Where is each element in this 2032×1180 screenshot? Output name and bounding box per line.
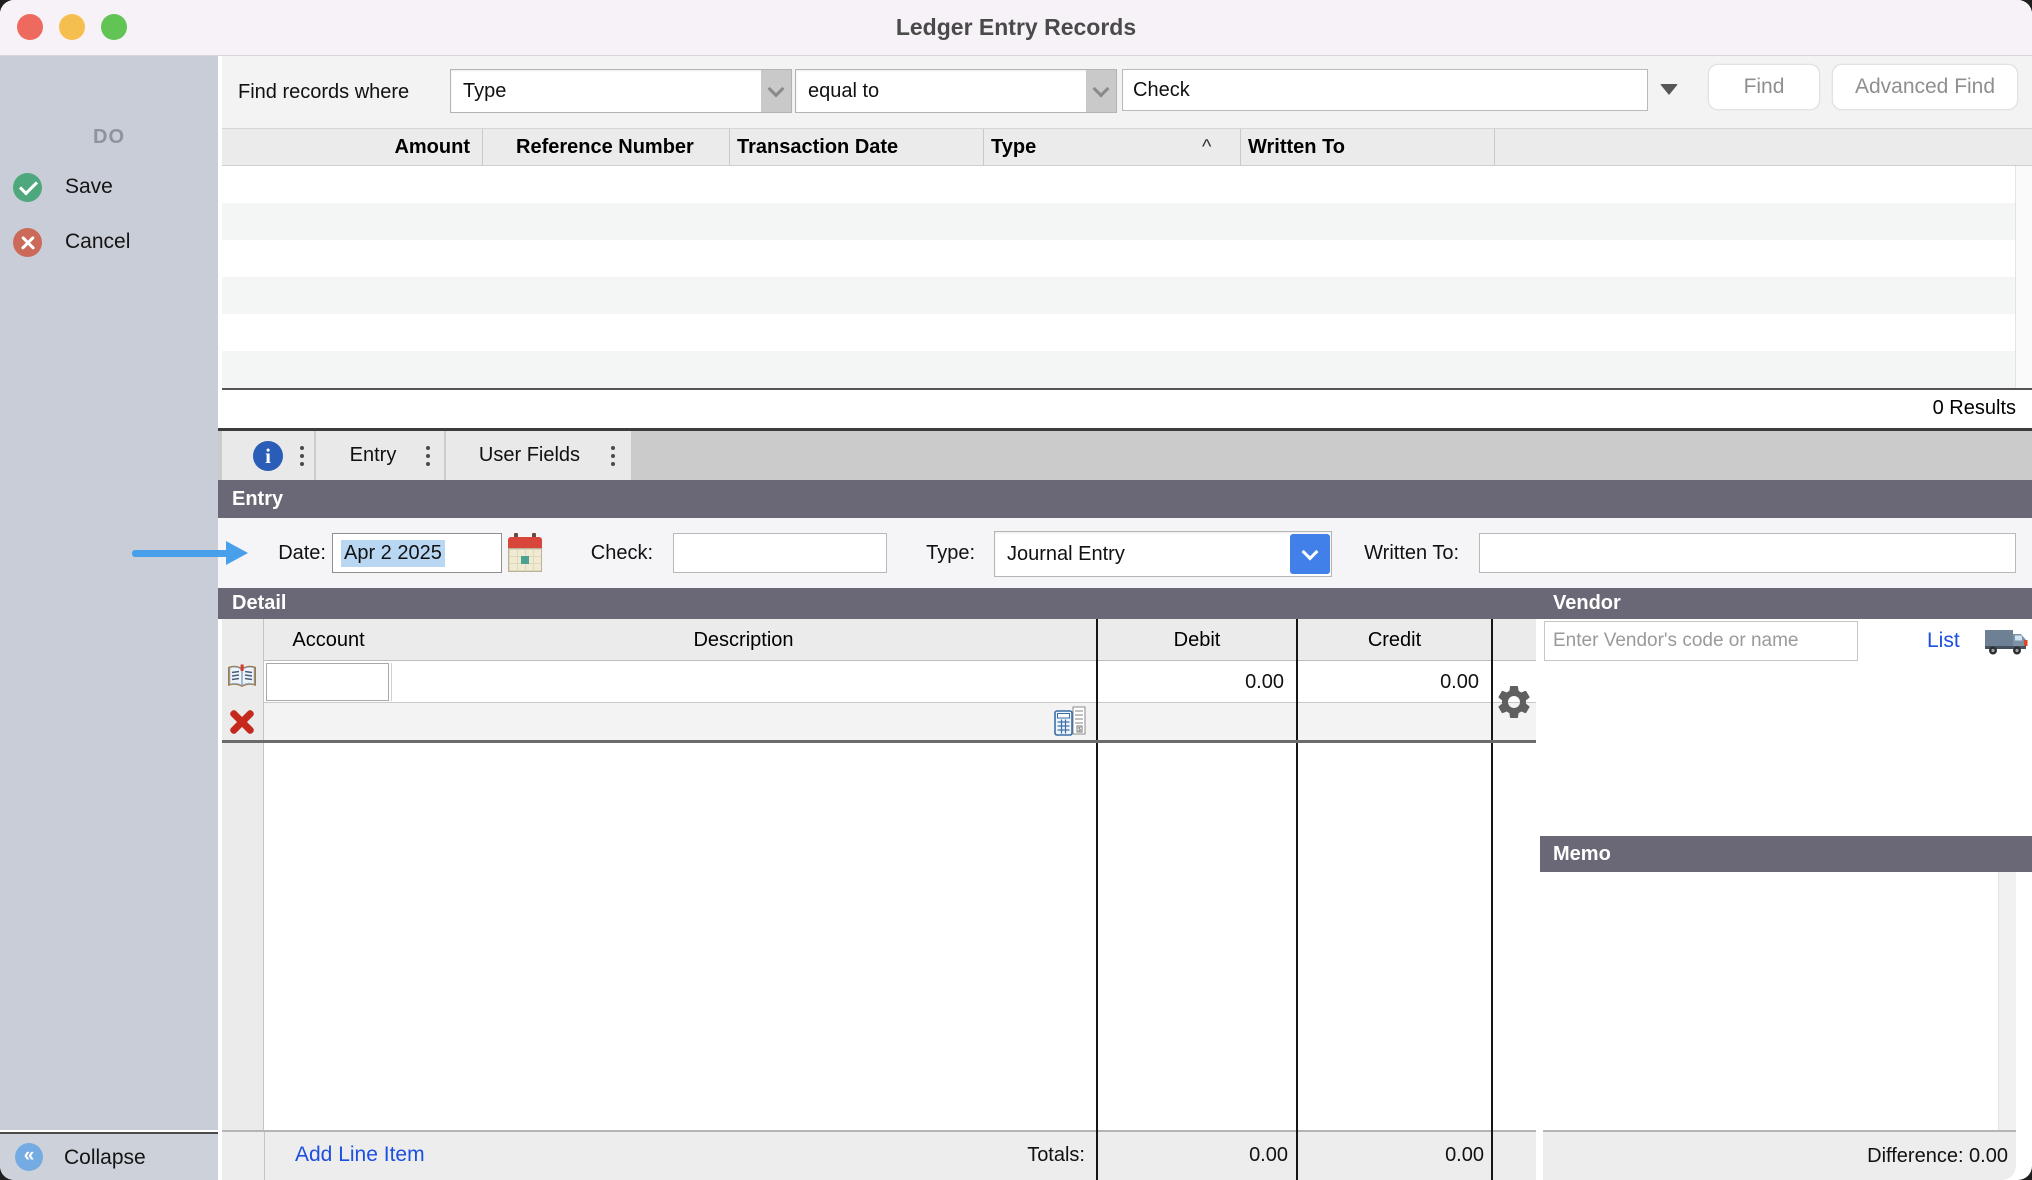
column-divider	[1494, 129, 1495, 165]
tab-user-fields[interactable]: User Fields	[446, 431, 631, 480]
find-value-input[interactable]: Check	[1122, 69, 1648, 111]
find-button[interactable]: Find	[1708, 64, 1820, 110]
column-header-reference-number[interactable]: Reference Number	[516, 128, 694, 166]
memo-scrollbar[interactable]	[1998, 872, 2016, 1130]
tab-dots-icon	[426, 446, 430, 466]
add-line-item-link[interactable]: Add Line Item	[295, 1143, 425, 1167]
column-header-written-to[interactable]: Written To	[1248, 128, 1345, 166]
truck-icon[interactable]	[1984, 626, 2028, 656]
credit-cell[interactable]: 0.00	[1298, 661, 1489, 703]
saved-finds-dropdown-icon[interactable]	[1660, 84, 1678, 95]
sidebar-collapse-bar: « Collapse	[0, 1132, 218, 1180]
date-label: Date:	[226, 533, 326, 573]
tab-entry-label: Entry	[350, 444, 397, 467]
detail-row-2	[264, 703, 1536, 740]
account-input[interactable]	[266, 663, 389, 701]
column-header-type[interactable]: Type	[991, 128, 1036, 166]
totals-debit: 0.00	[1098, 1131, 1288, 1179]
type-label: Type:	[875, 533, 975, 573]
gear-column-line	[1491, 619, 1493, 1180]
find-operator-select[interactable]: equal to	[795, 69, 1117, 113]
entry-section-title: Entry	[232, 480, 283, 518]
written-to-label: Written To:	[1319, 533, 1459, 573]
memo-section-band: Memo	[1540, 836, 2032, 872]
written-to-input[interactable]	[1479, 533, 2016, 573]
date-input[interactable]: Apr 2 2025	[332, 533, 502, 573]
gear-icon[interactable]	[1494, 682, 1534, 722]
results-list	[222, 166, 2032, 390]
debit-cell[interactable]: 0.00	[1098, 661, 1294, 703]
date-value: Apr 2 2025	[341, 540, 445, 567]
svg-text:$: $	[1078, 727, 1081, 733]
vendor-section-title: Vendor	[1553, 588, 1621, 619]
results-header-row	[222, 128, 2032, 166]
detail-rows-end-divider	[222, 740, 1536, 743]
detail-section-band: Detail Vendor	[218, 588, 2032, 619]
memo-field[interactable]	[1540, 872, 2016, 1130]
column-divider	[983, 129, 984, 165]
find-bar-label: Find records where	[238, 56, 409, 128]
column-divider	[1240, 129, 1241, 165]
chevron-down-icon	[761, 70, 791, 112]
sidebar-header: DO	[0, 126, 218, 149]
type-select[interactable]: Journal Entry	[994, 531, 1332, 577]
entry-section-band: Entry	[218, 480, 2032, 518]
find-value-text: Check	[1133, 79, 1190, 102]
chevron-down-icon	[1086, 70, 1116, 112]
save-button[interactable]: Save	[65, 175, 113, 199]
tab-info[interactable]: i	[222, 431, 314, 480]
check-input[interactable]	[673, 533, 887, 573]
cancel-icon	[13, 228, 42, 257]
sidebar: DO Save Cancel	[0, 56, 218, 1130]
pointer-arrow	[132, 550, 228, 557]
tab-entry[interactable]: Entry	[316, 431, 444, 480]
tab-user-fields-label: User Fields	[479, 444, 580, 467]
detail-header-account: Account	[265, 619, 392, 661]
memo-section-title: Memo	[1553, 836, 1611, 872]
column-divider	[482, 129, 483, 165]
collapse-button[interactable]: Collapse	[64, 1134, 146, 1180]
totals-credit: 0.00	[1298, 1131, 1484, 1179]
column-divider	[729, 129, 730, 165]
delete-row-icon[interactable]	[226, 706, 258, 738]
collapse-chevron-icon: «	[15, 1143, 43, 1171]
calculator-icon[interactable]: $	[1053, 706, 1089, 737]
tab-dots-icon	[300, 446, 304, 466]
type-value: Journal Entry	[995, 543, 1289, 566]
credit-column-line	[1296, 619, 1298, 1180]
window-title: Ledger Entry Records	[0, 0, 2032, 55]
detail-header-credit: Credit	[1297, 619, 1492, 661]
app-window: Ledger Entry Records DO Save Cancel « Co…	[0, 0, 2032, 1180]
detail-header-debit: Debit	[1097, 619, 1297, 661]
save-icon	[13, 173, 42, 202]
tab-dots-icon	[611, 446, 615, 466]
find-operator-value: equal to	[796, 80, 1086, 103]
cancel-button[interactable]: Cancel	[65, 230, 130, 254]
sort-caret-icon: ^	[1202, 128, 1211, 166]
info-icon: i	[253, 441, 283, 471]
column-header-transaction-date[interactable]: Transaction Date	[737, 128, 898, 166]
debit-column-line	[1096, 619, 1098, 1180]
vendor-list-link[interactable]: List	[1927, 629, 1960, 653]
difference-value: Difference: 0.00	[1543, 1130, 2016, 1180]
screen: Ledger Entry Records DO Save Cancel « Co…	[0, 0, 2032, 1180]
find-field-value: Type	[451, 80, 761, 103]
find-field-select[interactable]: Type	[450, 69, 792, 113]
detail-header-description: Description	[392, 619, 1095, 661]
advanced-find-button[interactable]: Advanced Find	[1832, 64, 2018, 110]
results-count: 0 Results	[222, 390, 2016, 427]
calendar-icon[interactable]	[508, 533, 542, 572]
vendor-search-input[interactable]	[1544, 621, 1858, 661]
description-divider	[391, 663, 392, 701]
title-bar: Ledger Entry Records	[0, 0, 2032, 56]
detail-section-title: Detail	[232, 588, 286, 619]
column-header-amount[interactable]: Amount	[222, 128, 484, 166]
check-label: Check:	[553, 533, 653, 573]
ledger-book-icon[interactable]	[226, 663, 258, 691]
totals-label: Totals:	[935, 1131, 1085, 1179]
detail-row-gutter	[222, 619, 264, 1180]
results-scrollbar[interactable]	[2015, 166, 2032, 388]
gutter-divider	[264, 1132, 265, 1180]
